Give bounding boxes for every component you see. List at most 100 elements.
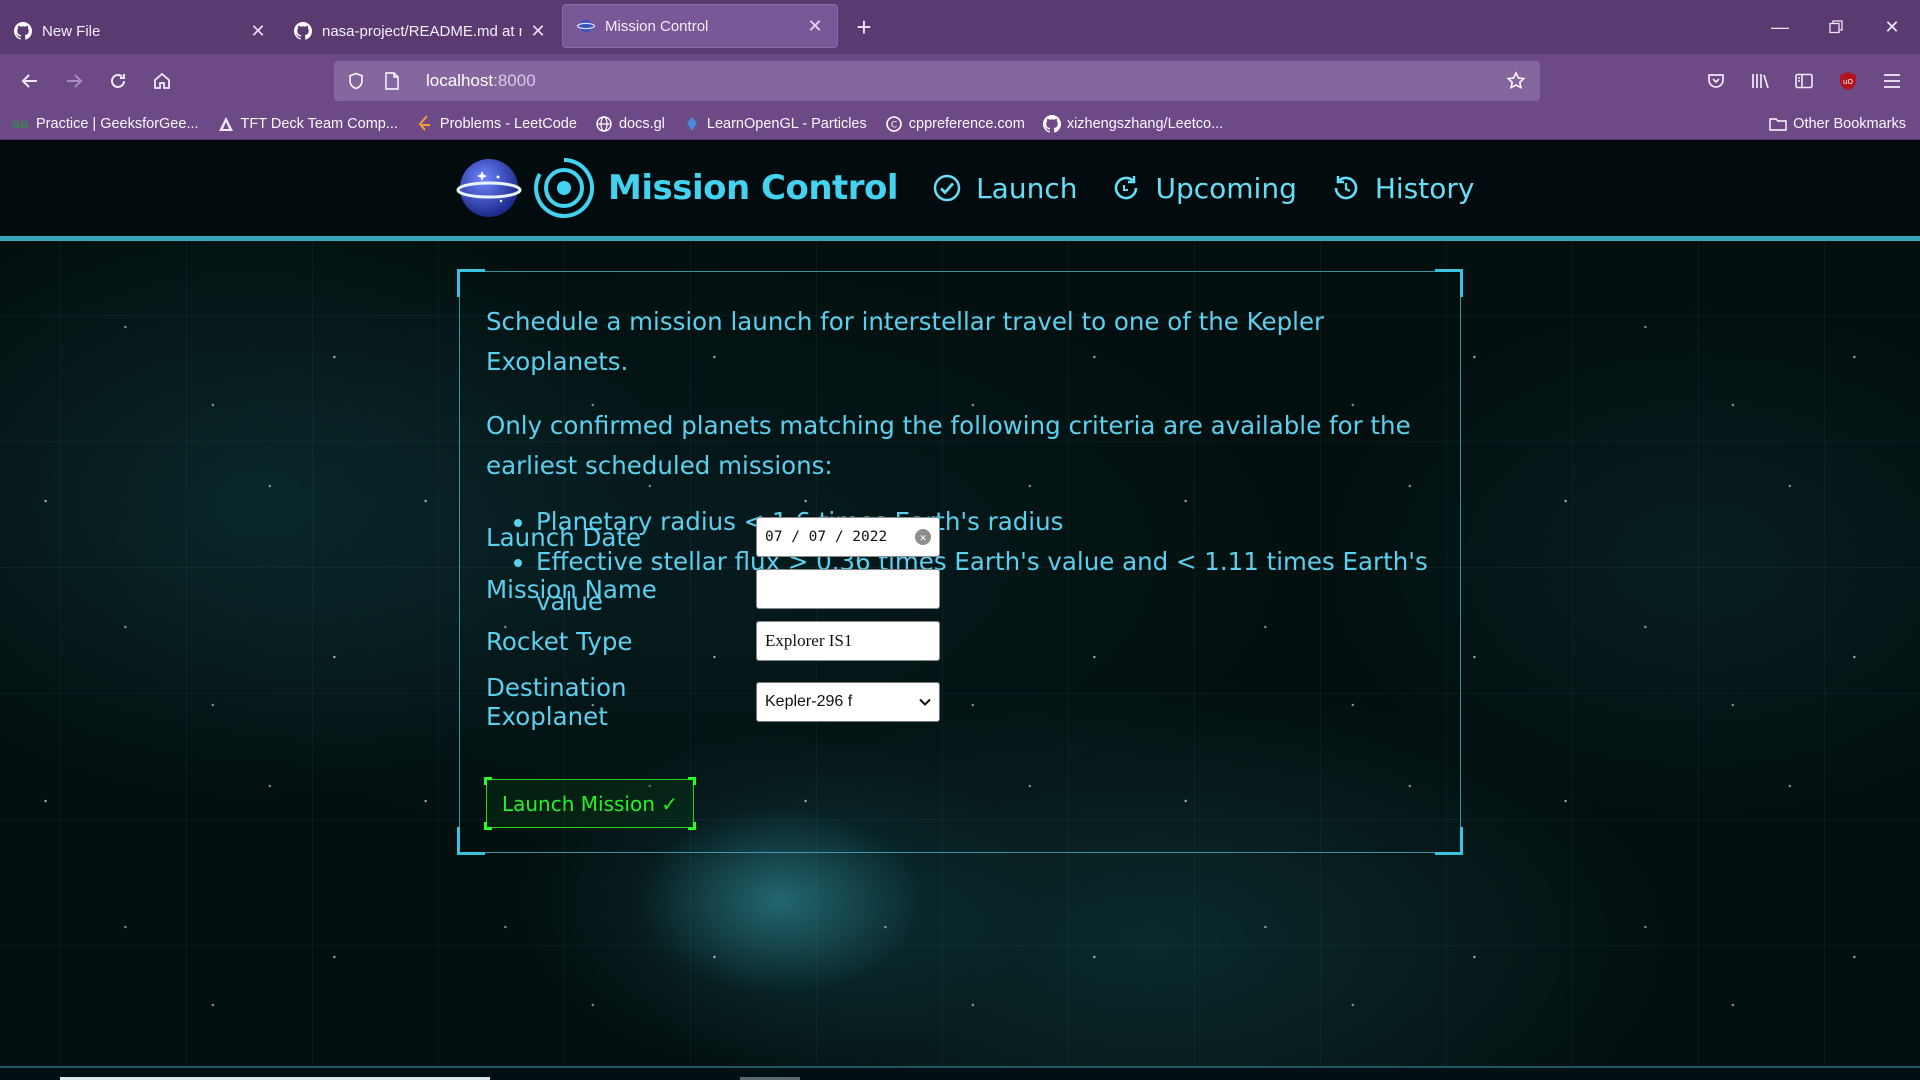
check-circle-icon bbox=[932, 173, 962, 203]
url-text: localhost:8000 bbox=[426, 71, 536, 90]
chevron-down-icon bbox=[919, 693, 931, 711]
reload-icon[interactable] bbox=[96, 59, 140, 103]
panel-corner bbox=[457, 827, 485, 855]
nav-launch-label: Launch bbox=[976, 171, 1078, 205]
bookmark-label: Practice | GeeksforGee... bbox=[36, 115, 199, 132]
page-icon bbox=[374, 72, 410, 90]
svg-text:C: C bbox=[891, 120, 897, 130]
ublock-icon[interactable]: uO bbox=[1826, 59, 1870, 103]
browser-tab-bar: New File ✕ nasa-project/README.md at m ✕… bbox=[0, 0, 1920, 54]
library-icon[interactable] bbox=[1738, 59, 1782, 103]
learnopengl-icon bbox=[683, 115, 701, 133]
forward-icon[interactable] bbox=[52, 59, 96, 103]
launch-date-value: 07 / 07 / 2022 bbox=[765, 529, 888, 545]
toolbar-right: uO bbox=[1694, 54, 1920, 108]
tab-title: Mission Control bbox=[605, 17, 709, 35]
github-icon bbox=[294, 22, 312, 40]
launch-date-row: Launch Date 07 / 07 / 2022 ✕ bbox=[486, 517, 940, 557]
github-icon bbox=[14, 22, 32, 40]
folder-icon bbox=[1769, 115, 1787, 133]
bookmark-item[interactable]: C cppreference.com bbox=[875, 115, 1033, 133]
menu-icon[interactable] bbox=[1870, 59, 1914, 103]
bookmark-label: Problems - LeetCode bbox=[439, 115, 577, 132]
refresh-icon bbox=[1111, 173, 1141, 203]
launch-date-label: Launch Date bbox=[486, 522, 642, 552]
panel-corner bbox=[457, 269, 485, 297]
new-tab-button[interactable]: + bbox=[844, 7, 884, 47]
button-corner bbox=[688, 822, 696, 830]
other-bookmarks[interactable]: Other Bookmarks bbox=[1759, 108, 1914, 140]
close-icon[interactable]: ✕ bbox=[530, 21, 546, 42]
history-icon bbox=[1331, 173, 1361, 203]
bookmark-label: TFT Deck Team Comp... bbox=[240, 115, 398, 132]
target-logo-icon bbox=[534, 158, 595, 218]
app-title: Mission Control bbox=[608, 168, 899, 208]
rocket-type-value: Explorer IS1 bbox=[765, 631, 853, 650]
globe-icon bbox=[595, 115, 613, 133]
close-window-icon[interactable]: ✕ bbox=[1864, 0, 1920, 54]
bookmark-item[interactable]: LearnOpenGL - Particles bbox=[673, 115, 875, 133]
button-corner bbox=[484, 777, 492, 785]
geeksforgeeks-icon: GG bbox=[12, 115, 30, 133]
bookmark-label: LearnOpenGL - Particles bbox=[706, 115, 867, 132]
other-bookmarks-label: Other Bookmarks bbox=[1793, 116, 1906, 132]
bookmark-item[interactable]: docs.gl bbox=[585, 115, 673, 133]
nav-history[interactable]: History bbox=[1331, 171, 1475, 205]
bookmarks-bar: GG Practice | GeeksforGee... TFT Deck Te… bbox=[0, 108, 1920, 140]
back-icon[interactable] bbox=[8, 59, 52, 103]
panel-corner bbox=[1435, 269, 1463, 297]
destination-value: Kepler-296 f bbox=[765, 693, 853, 710]
pocket-icon[interactable] bbox=[1694, 59, 1738, 103]
launch-date-input[interactable]: 07 / 07 / 2022 ✕ bbox=[756, 517, 940, 557]
minimize-icon[interactable]: — bbox=[1752, 0, 1808, 54]
launch-panel: Schedule a mission launch for interstell… bbox=[457, 269, 1463, 855]
planet-icon bbox=[577, 17, 595, 35]
bookmark-label: xizhengszhang/Leetco... bbox=[1066, 115, 1224, 132]
bookmark-label: cppreference.com bbox=[908, 115, 1025, 132]
sidebar-icon[interactable] bbox=[1782, 59, 1826, 103]
button-corner bbox=[688, 777, 696, 785]
bookmark-label: docs.gl bbox=[618, 115, 665, 132]
browser-nav-bar: localhost:8000 uO bbox=[0, 54, 1920, 108]
bookmark-item[interactable]: xizhengszhang/Leetco... bbox=[1033, 114, 1231, 133]
tab-title: nasa-project/README.md at m bbox=[322, 22, 522, 40]
nav-upcoming[interactable]: Upcoming bbox=[1111, 171, 1297, 205]
rocket-type-row: Rocket Type Explorer IS1 bbox=[486, 621, 940, 661]
rocket-type-input[interactable]: Explorer IS1 bbox=[756, 621, 940, 661]
mission-name-label: Mission Name bbox=[486, 574, 657, 604]
bookmark-item[interactable]: GG Practice | GeeksforGee... bbox=[0, 115, 207, 133]
shield-icon[interactable] bbox=[338, 72, 374, 90]
svg-text:GG: GG bbox=[12, 120, 28, 130]
destination-row: Destination Exoplanet Kepler-296 f bbox=[486, 673, 940, 731]
clear-date-icon[interactable]: ✕ bbox=[915, 529, 931, 545]
planet-logo-icon bbox=[456, 159, 522, 217]
mission-name-input[interactable] bbox=[756, 569, 940, 609]
browser-tab[interactable]: New File ✕ bbox=[0, 8, 280, 54]
bookmark-item[interactable]: Problems - LeetCode bbox=[406, 114, 585, 133]
browser-tab[interactable]: nasa-project/README.md at m ✕ bbox=[280, 8, 560, 54]
window-controls: — ✕ bbox=[1752, 0, 1920, 54]
bookmark-star-icon[interactable] bbox=[1498, 71, 1534, 91]
restore-icon[interactable] bbox=[1808, 0, 1864, 54]
nav-launch[interactable]: Launch bbox=[932, 172, 1077, 205]
github-icon bbox=[1042, 114, 1061, 133]
destination-select[interactable]: Kepler-296 f bbox=[756, 682, 940, 722]
close-icon[interactable]: ✕ bbox=[250, 21, 266, 42]
button-corner bbox=[484, 822, 492, 830]
criteria-intro-text: Only confirmed planets matching the foll… bbox=[486, 411, 1411, 480]
home-icon[interactable] bbox=[140, 59, 184, 103]
close-icon[interactable]: ✕ bbox=[807, 16, 823, 37]
nav-upcoming-label: Upcoming bbox=[1155, 171, 1297, 205]
nav-history-label: History bbox=[1374, 171, 1475, 205]
panel-corner bbox=[1435, 827, 1463, 855]
bookmark-item[interactable]: TFT Deck Team Comp... bbox=[207, 115, 406, 133]
launch-mission-button[interactable]: Launch Mission ✓ bbox=[484, 777, 696, 830]
page-content: Mission Control Launch Upcoming History bbox=[0, 141, 1920, 1080]
browser-tab-active[interactable]: Mission Control ✕ bbox=[562, 4, 838, 48]
address-bar[interactable]: localhost:8000 bbox=[334, 61, 1540, 101]
leetcode-icon bbox=[416, 114, 434, 133]
cppreference-icon: C bbox=[885, 115, 903, 133]
launch-mission-label: Launch Mission ✓ bbox=[501, 791, 678, 816]
app-header: Mission Control Launch Upcoming History bbox=[0, 141, 1920, 241]
mission-name-row: Mission Name bbox=[486, 569, 940, 609]
